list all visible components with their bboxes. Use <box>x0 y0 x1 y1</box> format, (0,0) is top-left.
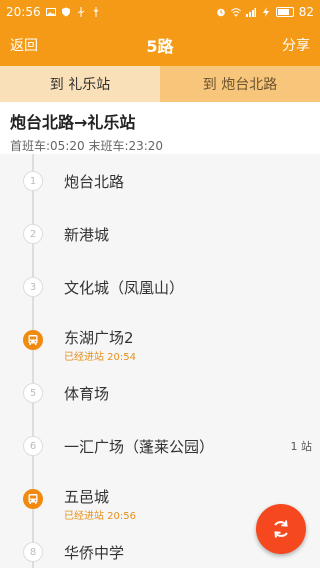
stop-item[interactable]: 1 炮台北路 <box>0 154 320 207</box>
arrival-status: 已经进站 20:54 <box>64 352 136 363</box>
stop-number: 6 <box>23 436 43 456</box>
status-bar: 20:56 82 <box>0 0 320 24</box>
stop-item[interactable]: 6 一汇广场（蓬莱公园） 1 站 <box>0 419 320 472</box>
stop-number: 3 <box>23 277 43 297</box>
stop-number: 2 <box>23 224 43 244</box>
stop-item[interactable]: 3 文化城（凤凰山） <box>0 260 320 313</box>
stops-away-label: 1 站 <box>290 440 313 453</box>
page-title: 5路 <box>146 37 174 56</box>
usb-plug-icon <box>93 7 98 17</box>
stop-name: 一汇广场（蓬莱公园） <box>64 438 215 456</box>
bus-icon <box>23 489 43 509</box>
signal-icon <box>245 8 256 17</box>
alarm-icon <box>216 8 225 17</box>
stop-name: 文化城（凤凰山） <box>64 279 185 297</box>
route-times: 首班车:05:20 末班车:23:20 <box>10 139 164 153</box>
image-icon <box>45 8 56 16</box>
stop-name: 新港城 <box>64 226 110 244</box>
route-header: 炮台北路→礼乐站 首班车:05:20 末班车:23:20 <box>0 102 320 154</box>
stop-item[interactable]: 东湖广场2 已经进站 20:54 <box>0 313 320 366</box>
stop-name: 华侨中学 <box>64 544 125 562</box>
app-bar: 返回 5路 分享 <box>0 24 320 66</box>
status-time: 20:56 <box>6 5 41 19</box>
battery-icon <box>275 7 294 17</box>
stop-number: 1 <box>23 171 43 191</box>
refresh-icon <box>274 520 288 538</box>
stop-item[interactable]: 2 新港城 <box>0 207 320 260</box>
back-button[interactable]: 返回 <box>10 35 38 55</box>
stop-name: 东湖广场2 <box>64 329 134 347</box>
wifi-icon <box>230 8 241 17</box>
stop-name: 炮台北路 <box>64 173 125 191</box>
tab-to-paotai-north-road[interactable]: 到 炮台北路 <box>160 66 320 102</box>
stop-number: 5 <box>23 383 43 403</box>
tab-to-liyue-station[interactable]: 到 礼乐站 <box>0 66 160 102</box>
refresh-button[interactable] <box>256 504 306 554</box>
stop-item[interactable]: 5 体育场 <box>0 366 320 419</box>
stop-name: 体育场 <box>64 385 110 403</box>
usb-icon <box>77 7 84 17</box>
charging-icon <box>262 7 269 17</box>
stop-number: 8 <box>23 542 43 562</box>
direction-tabs: 到 礼乐站 到 炮台北路 <box>0 66 320 102</box>
bus-icon <box>23 330 43 350</box>
share-button[interactable]: 分享 <box>282 35 310 55</box>
shield-icon <box>61 7 70 17</box>
stop-name: 五邑城 <box>64 488 110 506</box>
arrival-status: 已经进站 20:56 <box>64 511 136 522</box>
battery-percent: 82 <box>298 5 314 19</box>
route-title: 炮台北路→礼乐站 <box>10 113 136 132</box>
